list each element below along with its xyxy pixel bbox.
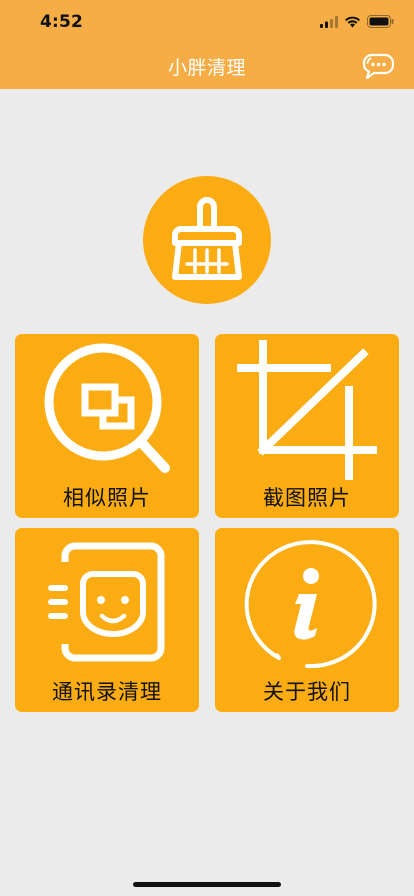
app-screen: 4:52 小胖清理 相似照片 截图照片 通讯录清理 关于我们 <box>0 0 414 896</box>
similar-photos-icon <box>15 334 199 488</box>
tile-screenshots[interactable]: 截图照片 <box>215 334 399 518</box>
signal-icon <box>320 13 338 32</box>
battery-icon <box>367 13 394 32</box>
tile-contacts-cleanup[interactable]: 通讯录清理 <box>15 528 199 712</box>
chat-button[interactable] <box>362 52 395 80</box>
navigation-bar: 4:52 小胖清理 <box>0 0 414 89</box>
wifi-icon <box>344 13 361 32</box>
app-logo <box>143 176 271 304</box>
tile-label: 关于我们 <box>263 680 351 704</box>
info-icon <box>215 528 399 682</box>
face-scan-icon <box>15 528 199 682</box>
tile-label: 相似照片 <box>63 486 151 510</box>
tile-similar-photos[interactable]: 相似照片 <box>15 334 199 518</box>
status-time: 4:52 <box>40 12 84 32</box>
status-icons <box>320 12 394 32</box>
tile-label: 通讯录清理 <box>52 680 162 704</box>
tile-label: 截图照片 <box>263 486 351 510</box>
home-indicator[interactable] <box>133 882 281 887</box>
tile-about-us[interactable]: 关于我们 <box>215 528 399 712</box>
crop-icon <box>215 334 399 488</box>
chat-bubble-icon <box>362 53 395 84</box>
broom-icon <box>143 197 271 308</box>
page-title: 小胖清理 <box>167 57 246 79</box>
